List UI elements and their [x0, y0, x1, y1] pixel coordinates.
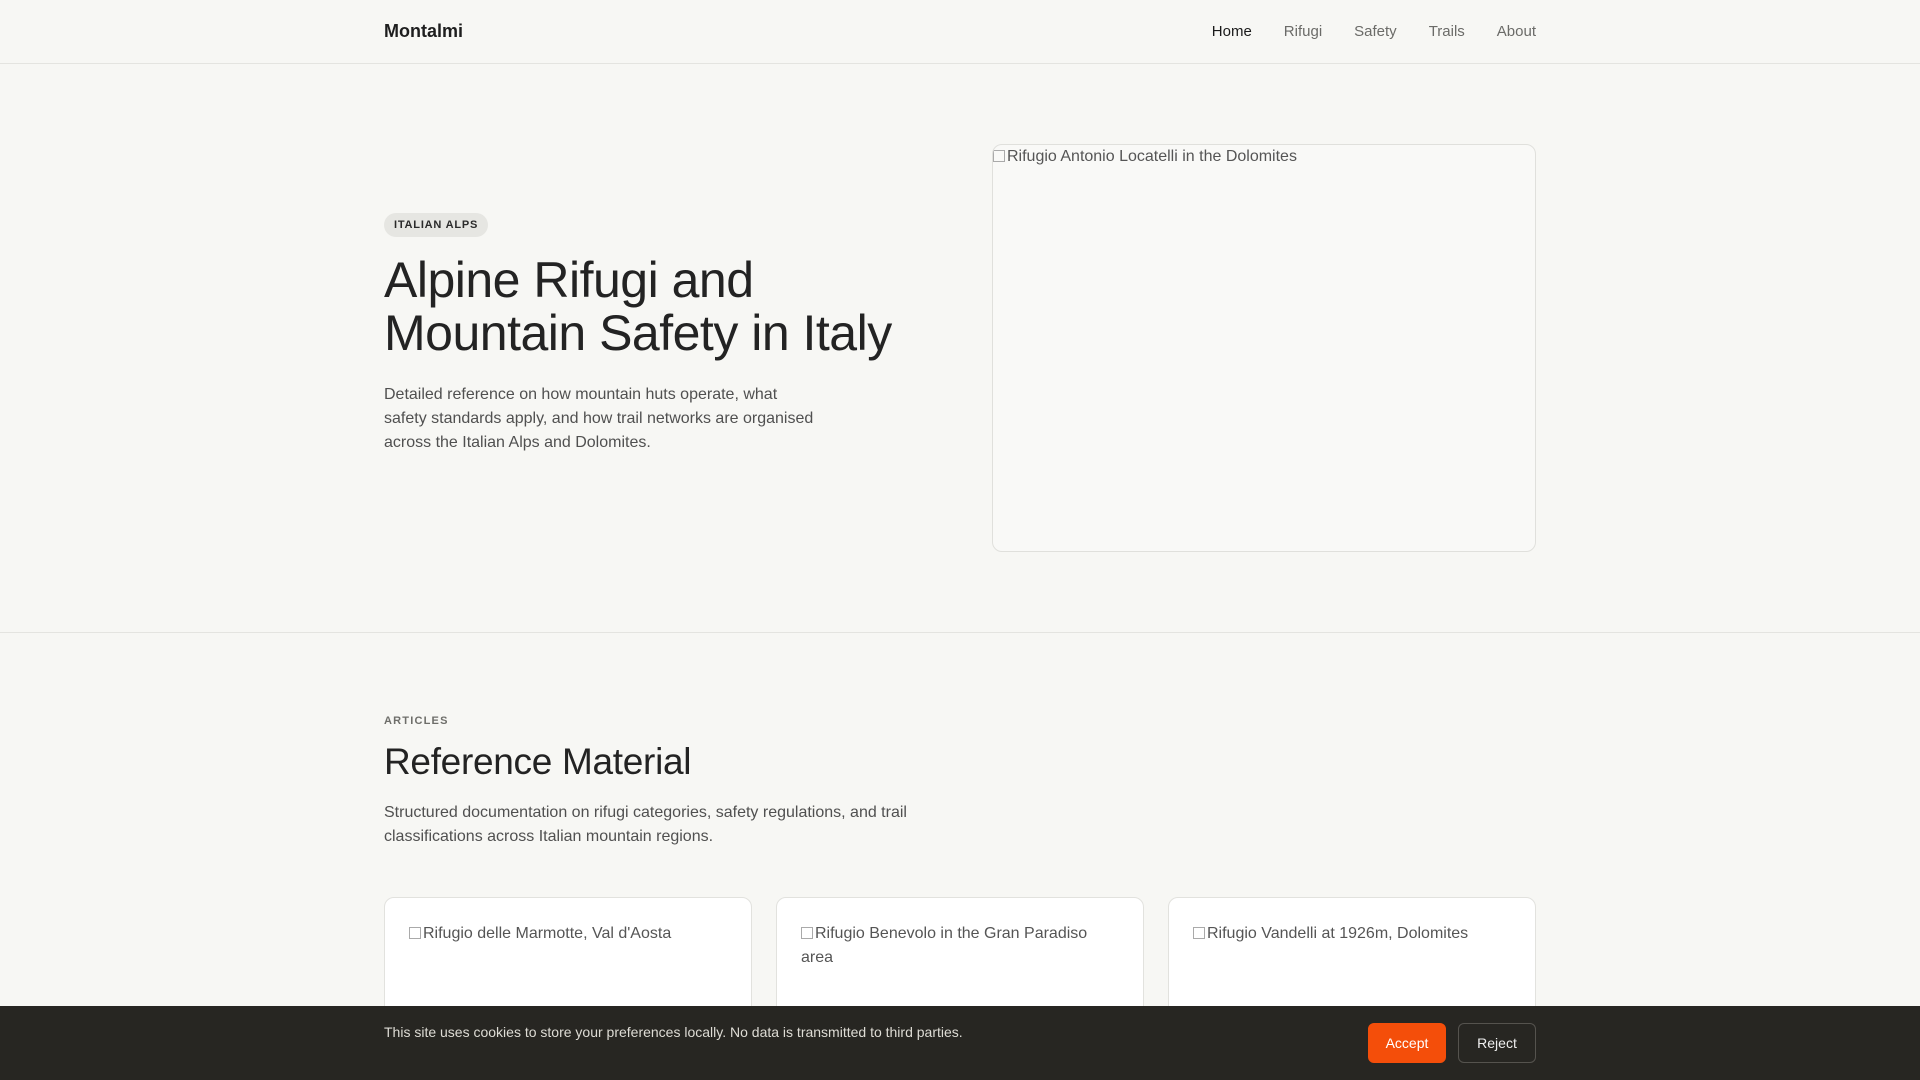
- broken-image-icon: [993, 150, 1005, 162]
- cookie-message: This site uses cookies to store your pre…: [384, 1024, 963, 1040]
- hero-section: ITALIAN ALPS Alpine Rifugi and Mountain …: [0, 64, 1920, 633]
- card-image-alt: Rifugio Vandelli at 1926m, Dolomites: [1207, 925, 1469, 942]
- nav-about[interactable]: About: [1497, 23, 1536, 40]
- broken-image-icon: [1193, 927, 1205, 939]
- nav-rifugi[interactable]: Rifugi: [1284, 23, 1322, 40]
- nav-home[interactable]: Home: [1212, 23, 1252, 40]
- cookie-banner: This site uses cookies to store your pre…: [0, 1006, 1920, 1080]
- accept-cookies-button[interactable]: Accept: [1368, 1023, 1446, 1063]
- section-title: Reference Material: [384, 741, 692, 782]
- region-badge: ITALIAN ALPS: [384, 213, 489, 237]
- hero-image-alt: Rifugio Antonio Locatelli in the Dolomit…: [1007, 148, 1297, 165]
- card-image-alt: Rifugio Benevolo in the Gran Paradiso ar…: [801, 925, 1088, 966]
- nav-safety[interactable]: Safety: [1354, 23, 1397, 40]
- brand-logo[interactable]: Montalmi: [384, 21, 463, 42]
- card-image-alt: Rifugio delle Marmotte, Val d'Aosta: [423, 925, 672, 942]
- section-description: Structured documentation on rifugi categ…: [384, 804, 907, 845]
- nav-trails[interactable]: Trails: [1429, 23, 1465, 40]
- main-nav: Home Rifugi Safety Trails About: [1212, 23, 1536, 40]
- page-title: Alpine Rifugi and Mountain Safety in Ita…: [384, 252, 892, 361]
- reject-cookies-button[interactable]: Reject: [1458, 1023, 1536, 1063]
- hero-description: Detailed reference on how mountain huts …: [384, 386, 814, 451]
- hero-image: Rifugio Antonio Locatelli in the Dolomit…: [992, 144, 1536, 552]
- site-header: Montalmi Home Rifugi Safety Trails About: [0, 0, 1920, 64]
- section-eyebrow: ARTICLES: [384, 715, 449, 727]
- broken-image-icon: [409, 927, 421, 939]
- broken-image-icon: [801, 927, 813, 939]
